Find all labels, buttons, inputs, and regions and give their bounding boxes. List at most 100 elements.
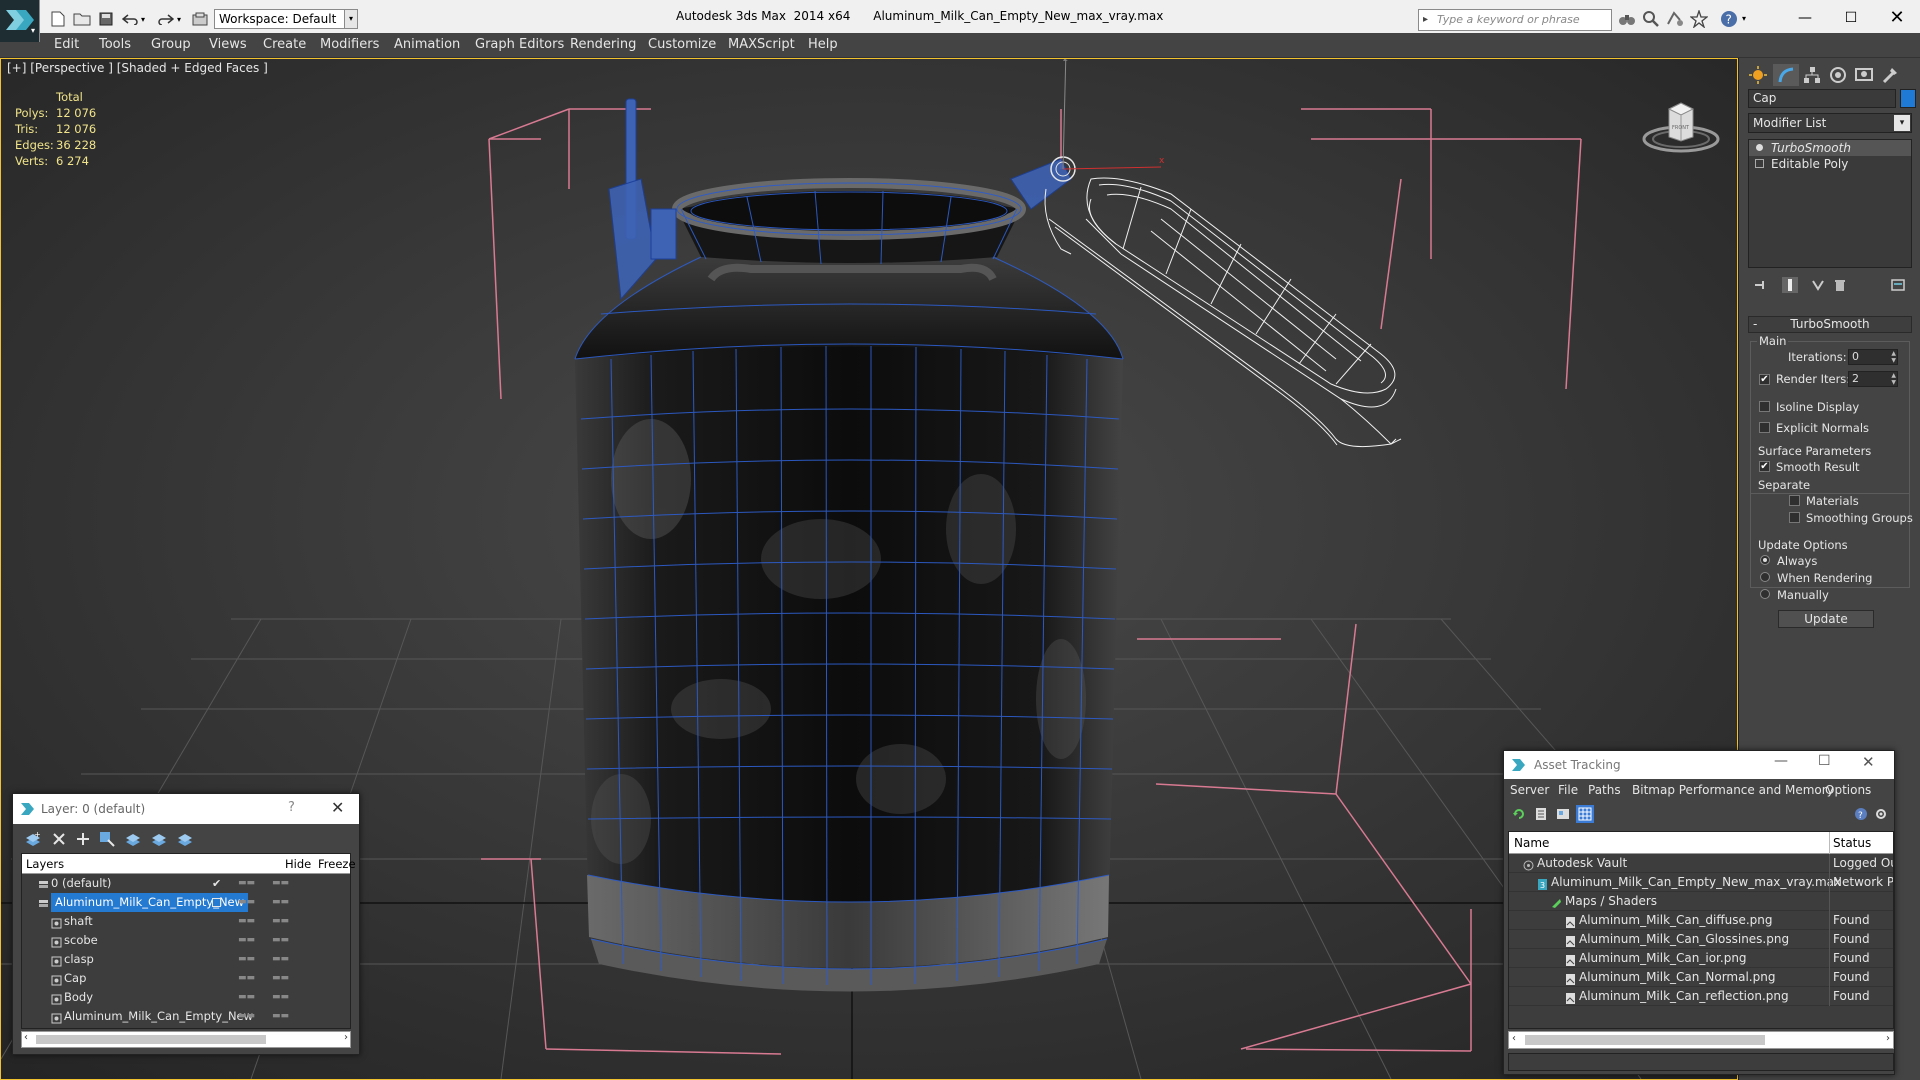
close-icon[interactable]: ✕ (331, 798, 344, 817)
viewport-label[interactable]: [+] [Perspective ] [Shaded + Edged Faces… (7, 61, 268, 75)
hide-toggle[interactable]: ▬▬ (238, 969, 255, 988)
new-file-icon[interactable] (48, 9, 68, 29)
iterations-spinner[interactable]: 0 ▲ ▼ (1848, 349, 1898, 365)
undo-icon[interactable] (120, 9, 140, 29)
list-view-icon[interactable] (1532, 805, 1550, 823)
remove-modifier-icon[interactable] (1832, 277, 1848, 293)
thumbnail-view-icon[interactable] (1554, 805, 1572, 823)
menu-graph-editors[interactable]: Graph Editors (475, 37, 564, 52)
freeze-toggle[interactable]: ▬▬ (272, 874, 289, 893)
close-button[interactable]: ✕ (1874, 4, 1920, 32)
modify-tab-icon[interactable] (1773, 64, 1799, 86)
freeze-toggle[interactable]: ▬▬ (272, 988, 289, 1007)
asset-row[interactable]: Aluminum_Milk_Can_Normal.png Found (1509, 968, 1893, 987)
modifier-stack[interactable]: TurboSmooth Editable Poly (1748, 139, 1912, 268)
highlight-layer-icon[interactable] (123, 829, 143, 849)
stack-item-editable-poly[interactable]: Editable Poly (1749, 156, 1911, 172)
horizontal-scrollbar[interactable]: ‹ › (1508, 1031, 1894, 1049)
turbosmooth-rollout-header[interactable]: - TurboSmooth (1748, 316, 1912, 333)
modifier-list-dropdown[interactable]: Modifier List ▾ (1748, 113, 1912, 133)
asset-row[interactable]: Aluminum_Milk_Can_ior.png Found (1509, 949, 1893, 968)
menu-views[interactable]: Views (209, 37, 247, 52)
asset-window-titlebar[interactable]: Asset Tracking — ☐ ✕ (1504, 751, 1894, 779)
create-layer-icon[interactable]: + (23, 829, 43, 849)
select-objects-icon[interactable] (97, 829, 117, 849)
isoline-display-checkbox[interactable] (1759, 401, 1770, 412)
always-radio[interactable] (1760, 555, 1770, 565)
display-tab-icon[interactable] (1851, 64, 1877, 86)
freeze-toggle[interactable]: ▬▬ (272, 893, 289, 912)
asset-menu-file[interactable]: File (1558, 783, 1578, 797)
hide-toggle[interactable]: ▬▬ (238, 893, 255, 912)
maximize-button[interactable]: ☐ (1828, 4, 1874, 32)
layer-window-titlebar[interactable]: Layer: 0 (default) ? ✕ (13, 794, 359, 824)
hierarchy-tab-icon[interactable] (1799, 64, 1825, 86)
hide-toggle[interactable]: ▬▬ (238, 874, 255, 893)
when-rendering-radio[interactable] (1760, 572, 1770, 582)
create-tab-icon[interactable] (1745, 64, 1771, 86)
smooth-result-checkbox[interactable]: ✔ (1759, 461, 1770, 472)
asset-row[interactable]: Aluminum_Milk_Can_diffuse.png Found (1509, 911, 1893, 930)
layer-row[interactable]: Body ▬▬ ▬▬ (22, 988, 350, 1007)
table-view-icon[interactable] (1576, 805, 1594, 823)
freeze-all-layers-icon[interactable] (175, 829, 195, 849)
menu-modifiers[interactable]: Modifiers (320, 37, 379, 52)
binoculars-icon[interactable] (1618, 10, 1636, 28)
freeze-toggle[interactable]: ▬▬ (272, 950, 289, 969)
scroll-right-icon[interactable]: › (344, 1032, 348, 1043)
asset-row[interactable]: Maps / Shaders (1509, 892, 1893, 911)
refresh-icon[interactable] (1510, 805, 1528, 823)
layer-row[interactable]: scobe ▬▬ ▬▬ (22, 931, 350, 950)
help-button[interactable]: ? (288, 800, 295, 815)
close-icon[interactable]: ✕ (1862, 753, 1875, 771)
app-logo-button[interactable]: ▾ (0, 0, 40, 42)
menu-group[interactable]: Group (151, 37, 191, 52)
layer-row[interactable]: Cap ▬▬ ▬▬ (22, 969, 350, 988)
menu-maxscript[interactable]: MAXScript (728, 37, 795, 52)
lightbulb-icon[interactable] (1756, 144, 1763, 151)
freeze-toggle[interactable]: ▬▬ (272, 912, 289, 931)
hide-toggle[interactable]: ▬▬ (238, 988, 255, 1007)
help-icon[interactable]: ? (1852, 805, 1870, 823)
favorites-star-icon[interactable] (1689, 8, 1709, 29)
workspace-dropdown[interactable]: Workspace: Default ▾ (214, 9, 352, 29)
asset-row[interactable]: Aluminum_Milk_Can_reflection.png Found (1509, 987, 1893, 1006)
viewcube[interactable]: FRONT (1641, 89, 1721, 159)
update-button[interactable]: Update (1778, 610, 1874, 628)
set-current-layer-icon[interactable] (212, 898, 221, 907)
add-to-layer-icon[interactable] (73, 829, 93, 849)
spinner-arrows-icon[interactable]: ▲ ▼ (1891, 372, 1896, 386)
layers-column-header[interactable]: Layers (26, 857, 64, 871)
hide-toggle[interactable]: ▬▬ (238, 950, 255, 969)
redo-icon[interactable] (156, 9, 176, 29)
search-subscription-icon[interactable] (1642, 10, 1660, 28)
current-layer-check-icon[interactable]: ✔ (212, 874, 221, 893)
delete-layer-icon[interactable] (49, 829, 69, 849)
scroll-right-icon[interactable]: › (1886, 1033, 1890, 1044)
configure-modifier-sets-icon[interactable] (1890, 277, 1906, 293)
menu-rendering[interactable]: Rendering (570, 37, 636, 52)
object-color-swatch[interactable] (1900, 89, 1916, 108)
asset-row[interactable]: Aluminum_Milk_Can_Glossines.png Found (1509, 930, 1893, 949)
save-icon[interactable] (96, 9, 116, 29)
pin-stack-icon[interactable] (1752, 277, 1768, 293)
render-iters-spinner[interactable]: 2 ▲ ▼ (1848, 371, 1898, 387)
manually-radio[interactable] (1760, 589, 1770, 599)
utilities-tab-icon[interactable] (1877, 64, 1903, 86)
help-dropdown-icon[interactable]: ▾ (1742, 10, 1752, 28)
asset-row[interactable]: 3 Aluminum_Milk_Can_Empty_New_max_vray.ma… (1509, 873, 1893, 892)
menu-customize[interactable]: Customize (648, 37, 716, 52)
minimize-button[interactable]: — (1774, 753, 1788, 769)
motion-tab-icon[interactable] (1825, 64, 1851, 86)
asset-menu-server[interactable]: Server (1510, 783, 1549, 797)
layer-row[interactable]: clasp ▬▬ ▬▬ (22, 950, 350, 969)
asset-menu-bitmap-performance[interactable]: Bitmap Performance and Memory (1632, 783, 1834, 797)
hide-toggle[interactable]: ▬▬ (238, 931, 255, 950)
menu-animation[interactable]: Animation (394, 37, 460, 52)
minimize-button[interactable]: — (1782, 4, 1828, 32)
name-column-header[interactable]: Name (1514, 836, 1549, 850)
help-icon[interactable]: ? (1720, 10, 1738, 28)
asset-menu-paths[interactable]: Paths (1588, 783, 1621, 797)
freeze-column-header[interactable]: Freeze (318, 857, 356, 871)
asset-menu-options[interactable]: Options (1825, 783, 1871, 797)
